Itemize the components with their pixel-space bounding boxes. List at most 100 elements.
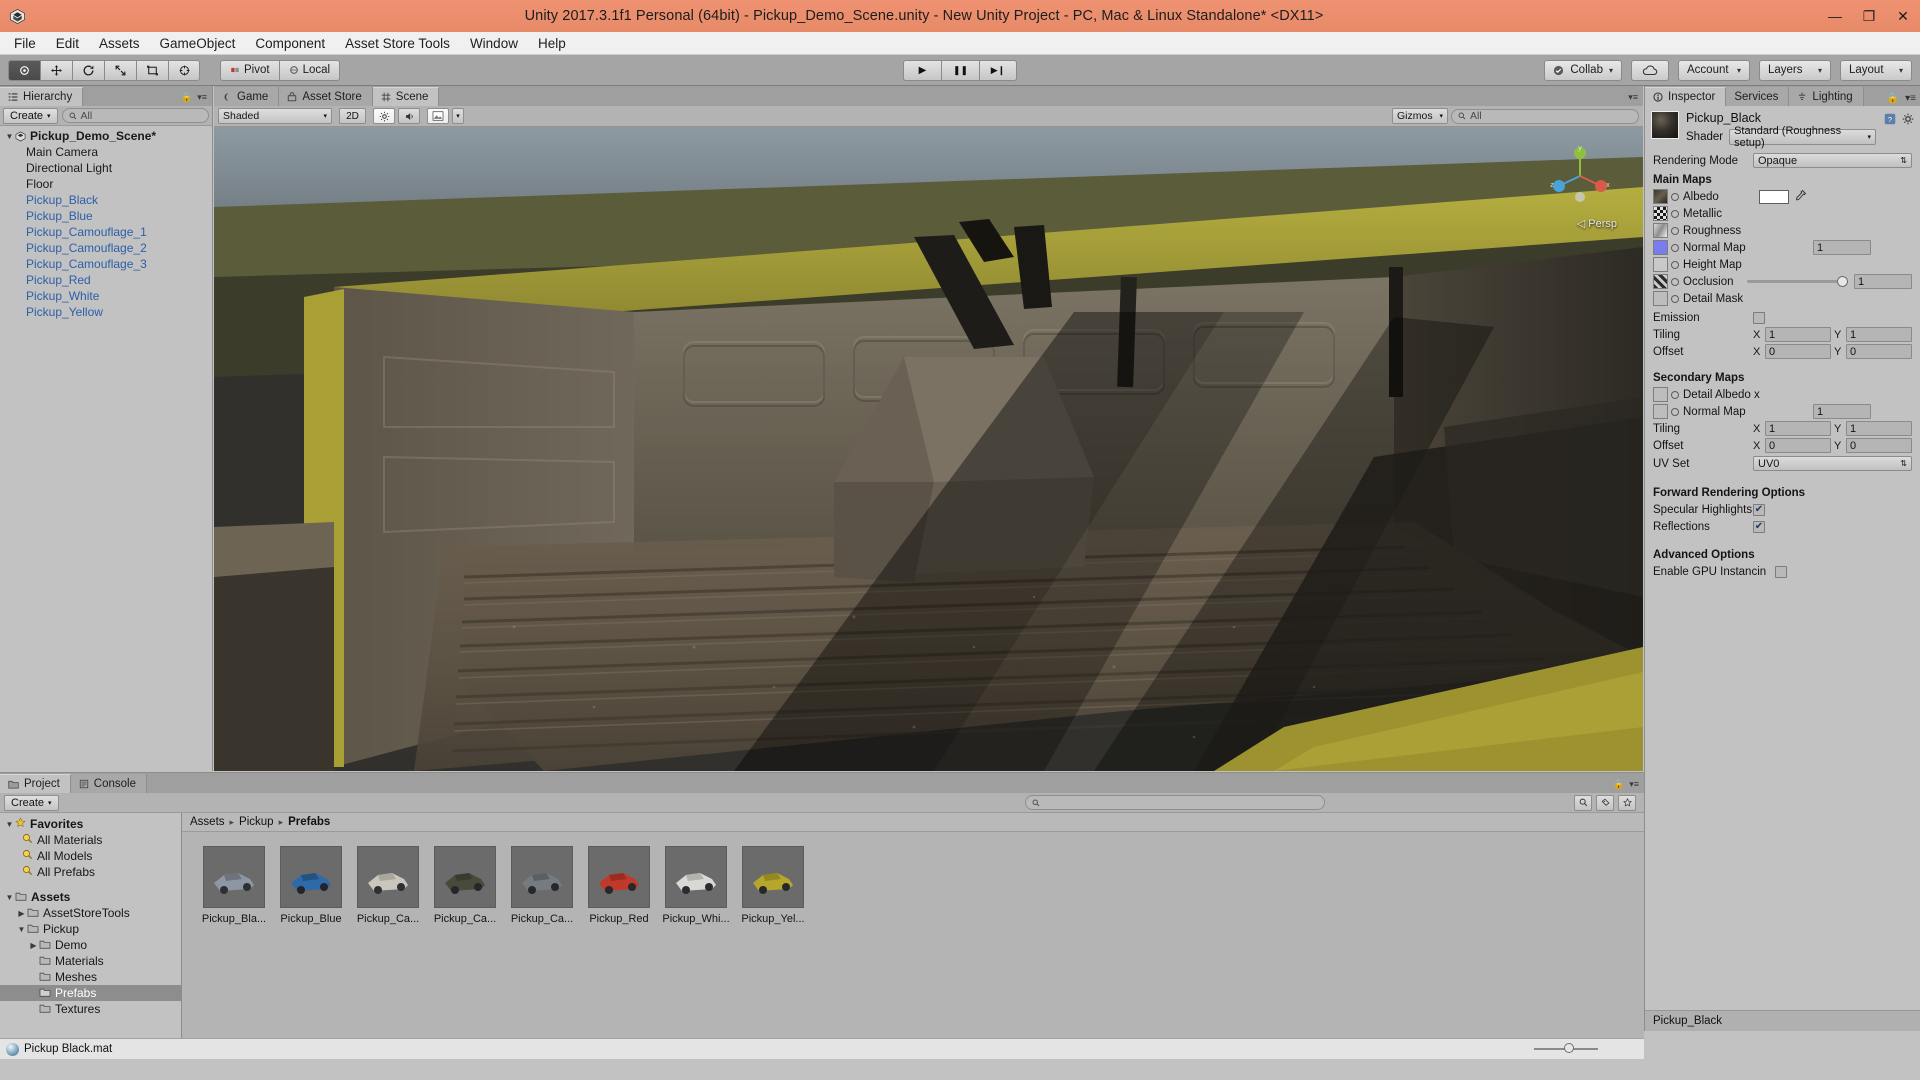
normal-scale-field[interactable]: 1 — [1813, 240, 1871, 255]
hierarchy-create-button[interactable]: Create ▾ — [3, 107, 58, 124]
secondary-offset-x-field[interactable]: 0 — [1765, 438, 1831, 453]
shader-dropdown[interactable]: Standard (Roughness setup) ▾ — [1729, 125, 1876, 149]
main-offset-y-field[interactable]: 0 — [1846, 344, 1912, 359]
tab-console[interactable]: Console — [70, 774, 147, 793]
asset-item-pickup-yellow[interactable]: Pickup_Yel... — [741, 846, 805, 925]
albedo-texture-slot[interactable] — [1653, 189, 1668, 204]
eyedropper-icon[interactable] — [1795, 189, 1807, 204]
label-icon[interactable] — [1596, 794, 1614, 811]
project-tree-assets[interactable]: ▼ Assets — [0, 889, 181, 905]
main-tiling-x-field[interactable]: 1 — [1765, 327, 1831, 342]
hierarchy-menu-icon[interactable]: ▾≡ — [197, 92, 207, 103]
scene-viewport[interactable]: y z x ◁ Persp — [214, 127, 1643, 771]
rotate-tool-button[interactable] — [72, 59, 104, 81]
draw-mode-dropdown[interactable]: Shaded ▾ — [218, 108, 332, 124]
detail-albedo-texture-slot[interactable] — [1653, 387, 1668, 402]
move-tool-button[interactable] — [40, 59, 72, 81]
asset-zoom-slider[interactable] — [1534, 1043, 1598, 1053]
pivot-toggle-button[interactable]: Pivot — [220, 59, 279, 81]
tab-services[interactable]: Services — [1726, 87, 1790, 106]
chevron-right-icon[interactable]: ▶ — [16, 909, 27, 918]
roughness-texture-slot[interactable] — [1653, 223, 1668, 238]
main-tiling-y-field[interactable]: 1 — [1846, 327, 1912, 342]
roughness-toggle-dot[interactable] — [1671, 226, 1679, 235]
chevron-down-icon[interactable]: ▼ — [4, 893, 15, 902]
pause-button[interactable]: ❚❚ — [941, 59, 979, 81]
hierarchy-item-pickup-camouflage-2[interactable]: Pickup_Camouflage_2 — [0, 240, 212, 256]
maximize-button[interactable]: ❐ — [1852, 0, 1886, 32]
hierarchy-scene-root[interactable]: ▼ Pickup_Demo_Scene* — [0, 128, 212, 144]
normal-toggle-dot[interactable] — [1671, 243, 1679, 252]
tab-inspector[interactable]: Inspector — [1645, 87, 1727, 106]
albedo-color-swatch[interactable] — [1759, 189, 1789, 204]
project-tree-demo[interactable]: ▶ Demo — [0, 937, 181, 953]
scale-tool-button[interactable] — [104, 59, 136, 81]
tab-project[interactable]: Project — [0, 774, 71, 793]
secondary-normal-texture-slot[interactable] — [1653, 404, 1668, 419]
menu-assets[interactable]: Assets — [89, 34, 150, 53]
menu-window[interactable]: Window — [460, 34, 528, 53]
asset-item-pickup-camouflage-2[interactable]: Pickup_Ca... — [433, 846, 497, 925]
hierarchy-item-directional-light[interactable]: Directional Light — [0, 160, 212, 176]
hierarchy-item-floor[interactable]: Floor — [0, 176, 212, 192]
asset-item-pickup-red[interactable]: Pickup_Red — [587, 846, 651, 925]
menu-gameobject[interactable]: GameObject — [150, 34, 246, 53]
menu-edit[interactable]: Edit — [46, 34, 89, 53]
occlusion-value-field[interactable]: 1 — [1854, 274, 1912, 289]
hierarchy-item-pickup-white[interactable]: Pickup_White — [0, 288, 212, 304]
chevron-down-icon[interactable]: ▼ — [4, 820, 15, 829]
asset-zoom-knob[interactable] — [1564, 1043, 1574, 1053]
project-tree-pickup[interactable]: ▼ Pickup — [0, 921, 181, 937]
scene-orientation-gizmo[interactable]: y z x — [1549, 145, 1611, 207]
tab-scene[interactable]: Scene — [372, 87, 440, 106]
collab-button[interactable]: Collab ▾ — [1544, 59, 1622, 81]
asset-zoom-track[interactable] — [1534, 1043, 1598, 1053]
detail-mask-texture-slot[interactable] — [1653, 291, 1668, 306]
metallic-texture-slot[interactable] — [1653, 206, 1668, 221]
secondary-normal-field[interactable]: 1 — [1813, 404, 1871, 419]
gear-icon[interactable] — [1901, 112, 1914, 125]
emission-checkbox[interactable] — [1753, 311, 1765, 324]
play-button[interactable]: ▶ — [903, 59, 941, 81]
project-menu-icon[interactable]: ▾≡ — [1629, 779, 1639, 790]
scene-projection-label[interactable]: ◁ Persp — [1577, 217, 1617, 230]
main-offset-x-field[interactable]: 0 — [1765, 344, 1831, 359]
account-button[interactable]: Account ▾ — [1678, 59, 1750, 81]
hierarchy-item-main-camera[interactable]: Main Camera — [0, 144, 212, 160]
breadcrumb-pickup[interactable]: Pickup — [239, 816, 274, 828]
asset-item-pickup-black[interactable]: Pickup_Bla... — [202, 846, 266, 925]
search-filter-icon[interactable] — [1574, 794, 1592, 811]
chevron-down-icon[interactable]: ▼ — [4, 132, 15, 141]
menu-component[interactable]: Component — [245, 34, 335, 53]
project-tree-assetstoretools[interactable]: ▶ AssetStoreTools — [0, 905, 181, 921]
uv-set-dropdown[interactable]: UV0 ⇅ — [1753, 456, 1912, 471]
detail-albedo-toggle-dot[interactable] — [1671, 390, 1679, 399]
tab-hierarchy[interactable]: Hierarchy — [0, 87, 84, 106]
asset-item-pickup-white[interactable]: Pickup_Whi... — [662, 846, 730, 925]
hierarchy-item-pickup-camouflage-3[interactable]: Pickup_Camouflage_3 — [0, 256, 212, 272]
secondary-tiling-y-field[interactable]: 1 — [1846, 421, 1912, 436]
tab-game[interactable]: Game — [214, 87, 280, 106]
detail-mask-toggle-dot[interactable] — [1671, 294, 1679, 303]
tab-asset-store[interactable]: Asset Store — [279, 87, 373, 106]
minimize-button[interactable]: — — [1818, 0, 1852, 32]
close-button[interactable]: ✕ — [1886, 0, 1920, 32]
menu-help[interactable]: Help — [528, 34, 576, 53]
normal-texture-slot[interactable] — [1653, 240, 1668, 255]
hand-tool-button[interactable] — [8, 59, 40, 81]
project-create-button[interactable]: Create ▾ — [4, 794, 59, 811]
project-tree-all-materials[interactable]: All Materials — [0, 832, 181, 848]
project-tree-all-prefabs[interactable]: All Prefabs — [0, 864, 181, 880]
chevron-down-icon[interactable]: ▼ — [16, 925, 27, 934]
scene-menu-icon[interactable]: ▾≡ — [1628, 92, 1638, 103]
layout-button[interactable]: Layout ▾ — [1840, 59, 1912, 81]
scene-search-input[interactable]: All — [1451, 108, 1639, 124]
height-toggle-dot[interactable] — [1671, 260, 1679, 269]
gpu-instancing-checkbox[interactable] — [1775, 565, 1787, 578]
cloud-button[interactable] — [1631, 59, 1669, 81]
step-button[interactable]: ▶❙ — [979, 59, 1017, 81]
tab-lighting[interactable]: Lighting — [1789, 87, 1864, 106]
height-texture-slot[interactable] — [1653, 257, 1668, 272]
help-icon[interactable]: ? — [1883, 112, 1896, 125]
project-lock-icon[interactable]: 🔒 — [1613, 779, 1624, 790]
